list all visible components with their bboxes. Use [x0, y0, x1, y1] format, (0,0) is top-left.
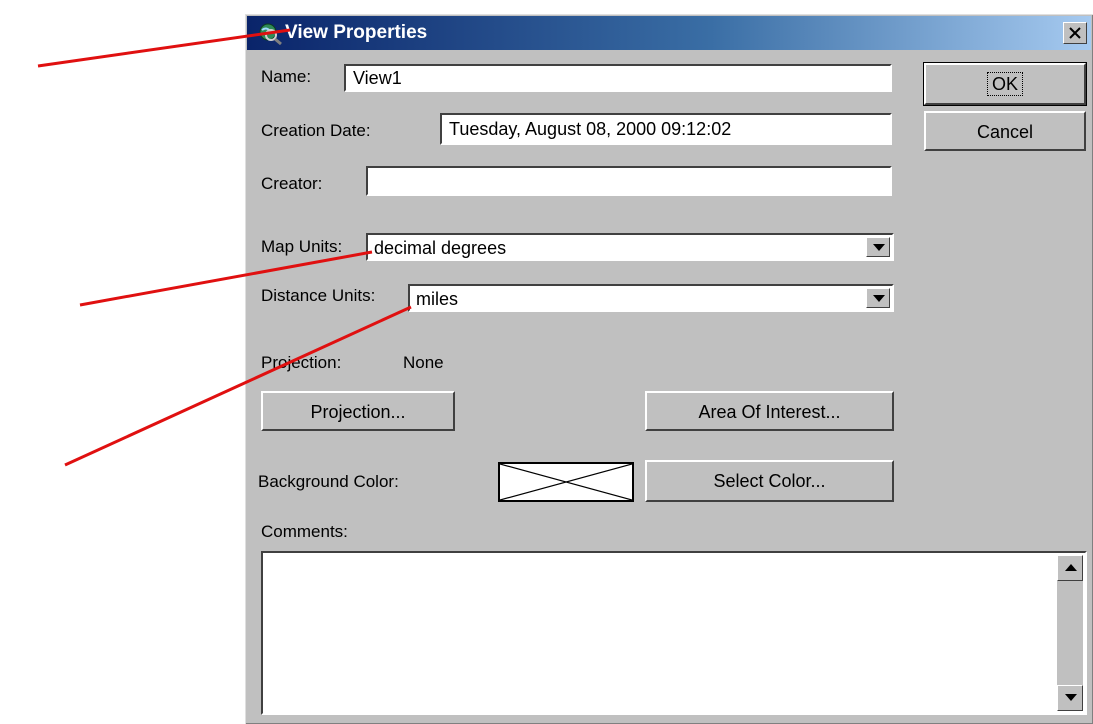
projection-value: None: [403, 353, 444, 372]
comments-scrollbar[interactable]: [1057, 555, 1083, 711]
creator-label: Creator:: [261, 174, 323, 193]
ok-button[interactable]: OK: [923, 62, 1087, 106]
comments-label: Comments:: [261, 522, 348, 541]
window-title: View Properties: [285, 22, 428, 43]
ok-button-label: OK: [986, 72, 1023, 96]
select-color-button[interactable]: Select Color...: [645, 460, 894, 502]
projection-button[interactable]: Projection...: [261, 391, 455, 431]
scroll-down-icon: [1065, 694, 1077, 701]
chevron-down-icon: [873, 244, 885, 251]
close-button[interactable]: [1063, 22, 1087, 44]
creation-date-field[interactable]: Tuesday, August 08, 2000 09:12:02: [440, 113, 892, 145]
scroll-down-button[interactable]: [1057, 685, 1083, 711]
background-color-swatch: [498, 462, 634, 502]
scroll-up-button[interactable]: [1057, 555, 1083, 581]
scroll-up-icon: [1065, 564, 1077, 571]
area-of-interest-button[interactable]: Area Of Interest...: [645, 391, 894, 431]
cancel-button[interactable]: Cancel: [924, 111, 1086, 151]
projection-label: Projection:: [261, 353, 342, 372]
comments-textarea[interactable]: [261, 551, 1087, 715]
creation-date-label: Creation Date:: [261, 121, 371, 140]
distance-units-select[interactable]: miles: [408, 284, 894, 312]
close-icon: [1069, 27, 1081, 39]
globe-magnifier-icon: [257, 21, 283, 46]
map-units-label: Map Units:: [261, 237, 343, 256]
distance-units-label: Distance Units:: [261, 286, 376, 305]
chevron-down-icon: [873, 295, 885, 302]
view-properties-dialog: View Properties Name: View1 Creation Dat…: [245, 14, 1093, 724]
name-field[interactable]: View1: [344, 64, 892, 92]
map-units-dropdown-button[interactable]: [866, 237, 890, 257]
map-units-select[interactable]: decimal degrees: [366, 233, 894, 261]
map-units-value: decimal degrees: [374, 238, 507, 258]
distance-units-value: miles: [416, 289, 459, 309]
creator-field[interactable]: [366, 166, 892, 196]
title-bar[interactable]: View Properties: [247, 16, 1091, 50]
name-label: Name:: [261, 67, 312, 86]
background-color-label: Background Color:: [258, 472, 399, 491]
distance-units-dropdown-button[interactable]: [866, 288, 890, 308]
